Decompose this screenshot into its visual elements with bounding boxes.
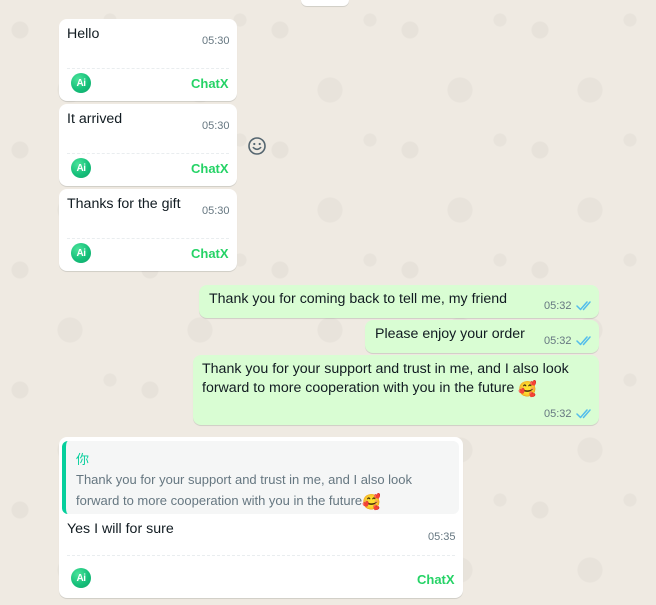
ai-icon[interactable]: Ai	[71, 73, 91, 93]
message-time: 05:30	[202, 205, 230, 217]
outgoing-message[interactable]: Please enjoy your order 05:32	[365, 320, 599, 353]
message-time: 05:35	[428, 531, 456, 543]
ai-icon[interactable]: Ai	[71, 568, 91, 588]
emoji-reaction-button[interactable]	[245, 134, 269, 158]
partial-message-bubble	[301, 0, 349, 6]
ai-icon[interactable]: Ai	[71, 243, 91, 263]
message-time: 05:30	[202, 35, 230, 47]
message-time: 05:32	[544, 335, 572, 347]
message-time: 05:32	[544, 408, 572, 420]
smiley-face-icon	[248, 137, 266, 155]
message-text: Thank you for your support and trust in …	[202, 360, 594, 398]
divider	[67, 238, 229, 239]
chatx-label[interactable]: ChatX	[191, 161, 229, 176]
divider	[67, 555, 455, 556]
quote-text: Thank you for your support and trust in …	[76, 469, 456, 511]
message-text: It arrived	[67, 111, 123, 127]
message-text-content: Thank you for your support and trust in …	[202, 361, 569, 396]
quoted-message[interactable]: 你 Thank you for your support and trust i…	[62, 441, 459, 514]
message-text: Hello	[67, 26, 100, 42]
chatx-label[interactable]: ChatX	[417, 572, 455, 587]
ai-icon[interactable]: Ai	[71, 158, 91, 178]
divider	[67, 68, 229, 69]
double-check-icon	[576, 301, 591, 311]
incoming-message[interactable]: It arrived 05:30 Ai ChatX	[59, 104, 237, 186]
double-check-icon	[576, 336, 591, 346]
outgoing-message[interactable]: Thank you for coming back to tell me, my…	[199, 285, 599, 318]
chatx-label[interactable]: ChatX	[191, 76, 229, 91]
message-time: 05:30	[202, 120, 230, 132]
message-text: Yes I will for sure	[67, 521, 174, 537]
divider	[67, 153, 229, 154]
incoming-message[interactable]: Thanks for the gift 05:30 Ai ChatX	[59, 189, 237, 271]
smiling-face-with-hearts-emoji: 🥰	[518, 381, 537, 398]
quote-author: 你	[76, 452, 90, 467]
message-text: Please enjoy your order	[375, 326, 525, 342]
incoming-message[interactable]: Hello 05:30 Ai ChatX	[59, 19, 237, 101]
outgoing-message[interactable]: Thank you for your support and trust in …	[193, 355, 599, 425]
double-check-icon	[576, 409, 591, 419]
chatx-label[interactable]: ChatX	[191, 246, 229, 261]
message-text: Thanks for the gift	[67, 196, 181, 212]
message-time: 05:32	[544, 300, 572, 312]
smiling-face-with-hearts-emoji: 🥰	[362, 494, 381, 511]
message-text: Thank you for coming back to tell me, my…	[209, 291, 508, 307]
